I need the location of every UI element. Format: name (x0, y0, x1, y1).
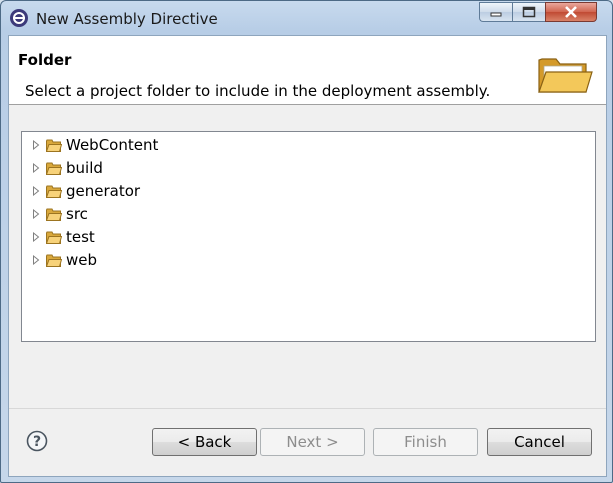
finish-button[interactable]: Finish (373, 428, 478, 456)
page-title: Folder (18, 51, 72, 69)
maximize-icon (522, 6, 536, 18)
wizard-header: Folder Select a project folder to includ… (9, 36, 606, 105)
folder-icon (46, 208, 62, 221)
next-button[interactable]: Next > (260, 428, 365, 456)
folder-tree[interactable]: WebContent build generator src test web (21, 131, 596, 342)
tree-item-label: WebContent (66, 136, 159, 154)
page-description: Select a project folder to include in th… (25, 82, 491, 100)
folder-icon (46, 139, 62, 152)
expand-arrow-icon[interactable] (32, 163, 40, 173)
expand-arrow-icon[interactable] (32, 209, 40, 219)
tree-item[interactable]: WebContent (32, 134, 158, 156)
window-controls (479, 2, 597, 24)
close-button[interactable] (545, 2, 597, 22)
svg-text:?: ? (33, 434, 41, 450)
button-bar-divider (9, 408, 606, 409)
tree-item-label: build (66, 159, 103, 177)
maximize-button[interactable] (512, 2, 545, 22)
tree-item-label: web (66, 251, 98, 269)
expand-arrow-icon[interactable] (32, 255, 40, 265)
expand-arrow-icon[interactable] (32, 140, 40, 150)
close-icon (565, 6, 577, 18)
tree-item-label: generator (66, 182, 141, 200)
title-bar[interactable]: New Assembly Directive (1, 1, 612, 35)
tree-item[interactable]: build (32, 157, 103, 179)
tree-item[interactable]: src (32, 203, 88, 225)
folder-open-icon (538, 58, 593, 93)
folder-icon (46, 162, 62, 175)
folder-icon (46, 254, 62, 267)
folder-icon (46, 231, 62, 244)
tree-item-label: test (66, 228, 95, 246)
cancel-button[interactable]: Cancel (487, 428, 592, 456)
help-icon[interactable]: ? (26, 430, 48, 452)
minimize-icon (490, 12, 502, 17)
dialog-window: New Assembly Directive Folder Select a p… (0, 0, 613, 483)
window-title: New Assembly Directive (36, 10, 218, 28)
tree-item[interactable]: web (32, 249, 97, 271)
back-button[interactable]: < Back (152, 428, 257, 456)
tree-item-label: src (66, 205, 88, 223)
tree-item[interactable]: test (32, 226, 95, 248)
expand-arrow-icon[interactable] (32, 232, 40, 242)
dialog-body: Folder Select a project folder to includ… (8, 35, 607, 477)
eclipse-app-icon (10, 9, 28, 27)
expand-arrow-icon[interactable] (32, 186, 40, 196)
minimize-button[interactable] (479, 2, 512, 22)
folder-icon (46, 185, 62, 198)
tree-item[interactable]: generator (32, 180, 140, 202)
